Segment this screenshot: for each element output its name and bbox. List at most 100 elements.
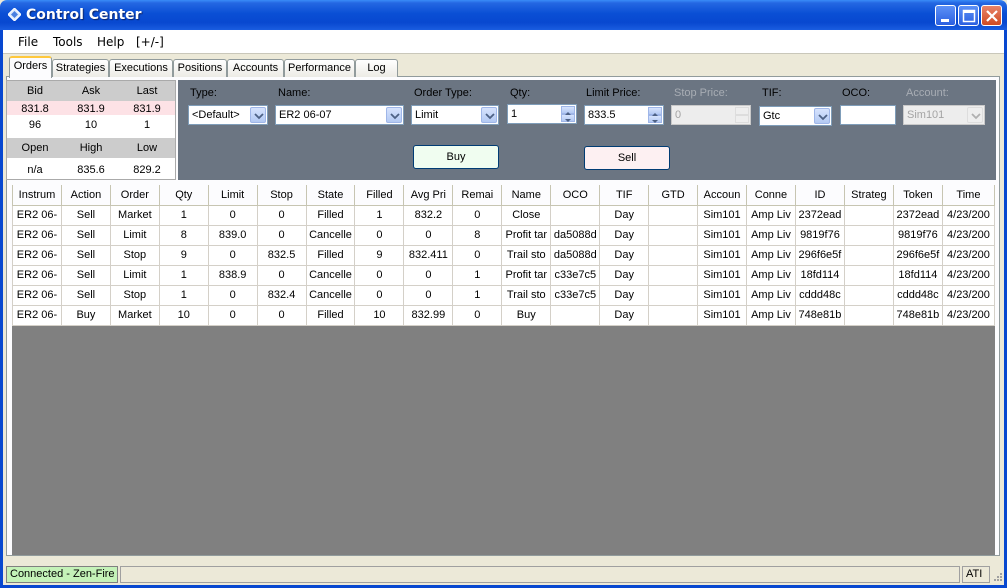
stop-price-stepper: 0: [671, 105, 751, 125]
status-message-area: [120, 566, 960, 583]
spin-down-icon[interactable]: [648, 115, 662, 123]
column-header-remai[interactable]: Remai: [452, 185, 503, 206]
table-cell: [843, 304, 894, 326]
minimize-button[interactable]: [935, 5, 956, 26]
orders-grid[interactable]: Instrum Action Order Qty Limit Stop State Fille…: [12, 185, 995, 555]
column-header-state[interactable]: State: [305, 185, 356, 206]
buy-button[interactable]: Buy: [413, 145, 499, 169]
window-frame-left: [0, 30, 3, 588]
column-header-gtd[interactable]: GTD: [648, 185, 699, 206]
column-header-conne[interactable]: Conne: [745, 185, 796, 206]
column-header-id[interactable]: ID: [794, 185, 845, 206]
table-cell: 1: [158, 204, 209, 226]
spin-up-icon[interactable]: [648, 107, 662, 116]
table-cell: Sell: [60, 224, 111, 246]
tab-orders[interactable]: Orders: [9, 56, 52, 78]
table-cell: 0: [207, 204, 258, 226]
column-header-avg-pri[interactable]: Avg Pri: [403, 185, 454, 206]
column-header-qty[interactable]: Qty: [158, 185, 209, 206]
table-cell: ER2 06-: [12, 204, 62, 226]
menu-tools[interactable]: Tools: [53, 35, 83, 49]
table-row[interactable]: ER2 06- Sell Limit 8 839.0 0 Cancelle 0 0 8 Profit…: [12, 224, 995, 246]
instrument-dropdown-arrow[interactable]: [386, 107, 402, 123]
order-type-select[interactable]: Limit: [411, 105, 499, 125]
limit-spin-buttons[interactable]: [648, 107, 662, 123]
table-row[interactable]: ER2 06- Buy Market 10 0 0 Filled 10 832.99 0 Buy Da…: [12, 304, 995, 326]
table-cell: 4/23/200: [941, 264, 995, 286]
table-row[interactable]: ER2 06- Sell Limit 1 838.9 0 Cancelle 0 0 1 Profit…: [12, 264, 995, 286]
table-cell: Profit tar: [501, 224, 552, 246]
title-bar[interactable]: Control Center: [0, 0, 1007, 30]
table-cell: Amp Liv: [745, 304, 796, 326]
chevron-down-icon: [485, 113, 495, 120]
tab-log[interactable]: Log: [355, 59, 398, 77]
column-header-stop[interactable]: Stop: [256, 185, 307, 206]
instrument-name-select[interactable]: ER2 06-07: [275, 105, 404, 125]
oco-input[interactable]: [840, 105, 896, 125]
table-cell: Filled: [305, 204, 356, 226]
menu-help[interactable]: Help: [97, 35, 124, 49]
column-header-tif[interactable]: TIF: [599, 185, 650, 206]
table-cell: 296f6e5f: [892, 244, 943, 266]
tab-strategies[interactable]: Strategies: [52, 59, 109, 77]
column-header-time[interactable]: Time: [941, 185, 995, 206]
column-header-accoun[interactable]: Accoun: [697, 185, 747, 206]
table-cell: 8: [158, 224, 209, 246]
chevron-down-icon: [390, 113, 400, 120]
order-type-dropdown-arrow[interactable]: [481, 107, 497, 123]
table-cell: Stop: [109, 284, 160, 306]
table-cell: 10: [354, 304, 405, 326]
column-header-action[interactable]: Action: [60, 185, 111, 206]
oco-label: OCO:: [842, 87, 871, 99]
account-label: Account:: [906, 87, 949, 99]
resize-grip-icon[interactable]: [992, 571, 1004, 583]
tif-select[interactable]: Gtc: [759, 106, 832, 126]
order-type-value: Limit: [415, 109, 439, 121]
spin-down-icon[interactable]: [561, 114, 575, 122]
close-icon: [986, 10, 998, 22]
menu-expand[interactable]: [+/-]: [136, 35, 164, 49]
column-header-instrum[interactable]: Instrum: [12, 185, 62, 206]
column-header-token[interactable]: Token: [892, 185, 943, 206]
tab-accounts[interactable]: Accounts: [227, 59, 284, 77]
stop-price-value: 0: [675, 109, 682, 121]
tab-executions[interactable]: Executions: [109, 59, 173, 77]
table-cell: 2372ead: [794, 204, 845, 226]
bid-price: 831.8: [21, 103, 49, 115]
low-value: 829.2: [133, 164, 161, 176]
column-header-strateg[interactable]: Strateg: [843, 185, 894, 206]
type-dropdown-arrow[interactable]: [250, 107, 266, 123]
table-cell: 748e81b: [892, 304, 943, 326]
column-header-name[interactable]: Name: [501, 185, 552, 206]
qty-spin-buttons[interactable]: [561, 106, 575, 122]
column-header-limit[interactable]: Limit: [207, 185, 258, 206]
tif-dropdown-arrow[interactable]: [814, 108, 830, 124]
table-row[interactable]: ER2 06- Sell Stop 9 0 832.5 Filled 9 832.411 0 Tra…: [12, 244, 995, 266]
column-header-oco[interactable]: OCO: [550, 185, 601, 206]
qty-stepper[interactable]: 1: [507, 104, 577, 124]
last-size: 1: [143, 119, 151, 131]
spin-up-icon[interactable]: [561, 106, 575, 115]
sell-button[interactable]: Sell: [584, 146, 670, 170]
table-cell: 4/23/200: [941, 304, 995, 326]
column-header-filled[interactable]: Filled: [354, 185, 405, 206]
chevron-down-icon: [818, 114, 828, 121]
table-row[interactable]: ER2 06- Sell Market 1 0 0 Filled 1 832.2 0 Close Da…: [12, 204, 995, 226]
table-cell: 9819f76: [892, 224, 943, 246]
tab-strip: Orders Strategies Executions Positions A…: [3, 56, 1004, 78]
table-cell: [648, 284, 699, 306]
last-label: Last: [136, 85, 158, 97]
tab-performance[interactable]: Performance: [284, 59, 355, 77]
table-cell: Cancelle: [305, 264, 356, 286]
menu-file[interactable]: File: [18, 35, 38, 49]
type-select[interactable]: <Default>: [188, 105, 268, 125]
table-cell: [648, 204, 699, 226]
table-cell: [550, 204, 601, 226]
table-cell: 2372ead: [892, 204, 943, 226]
tab-positions[interactable]: Positions: [173, 59, 227, 77]
maximize-button[interactable]: [958, 5, 979, 26]
column-header-order[interactable]: Order: [109, 185, 160, 206]
table-row[interactable]: ER2 06- Sell Stop 1 0 832.4 Cancelle 0 0 1 Trail s…: [12, 284, 995, 306]
limit-price-stepper[interactable]: 833.5: [584, 105, 664, 125]
close-button[interactable]: [981, 5, 1002, 26]
